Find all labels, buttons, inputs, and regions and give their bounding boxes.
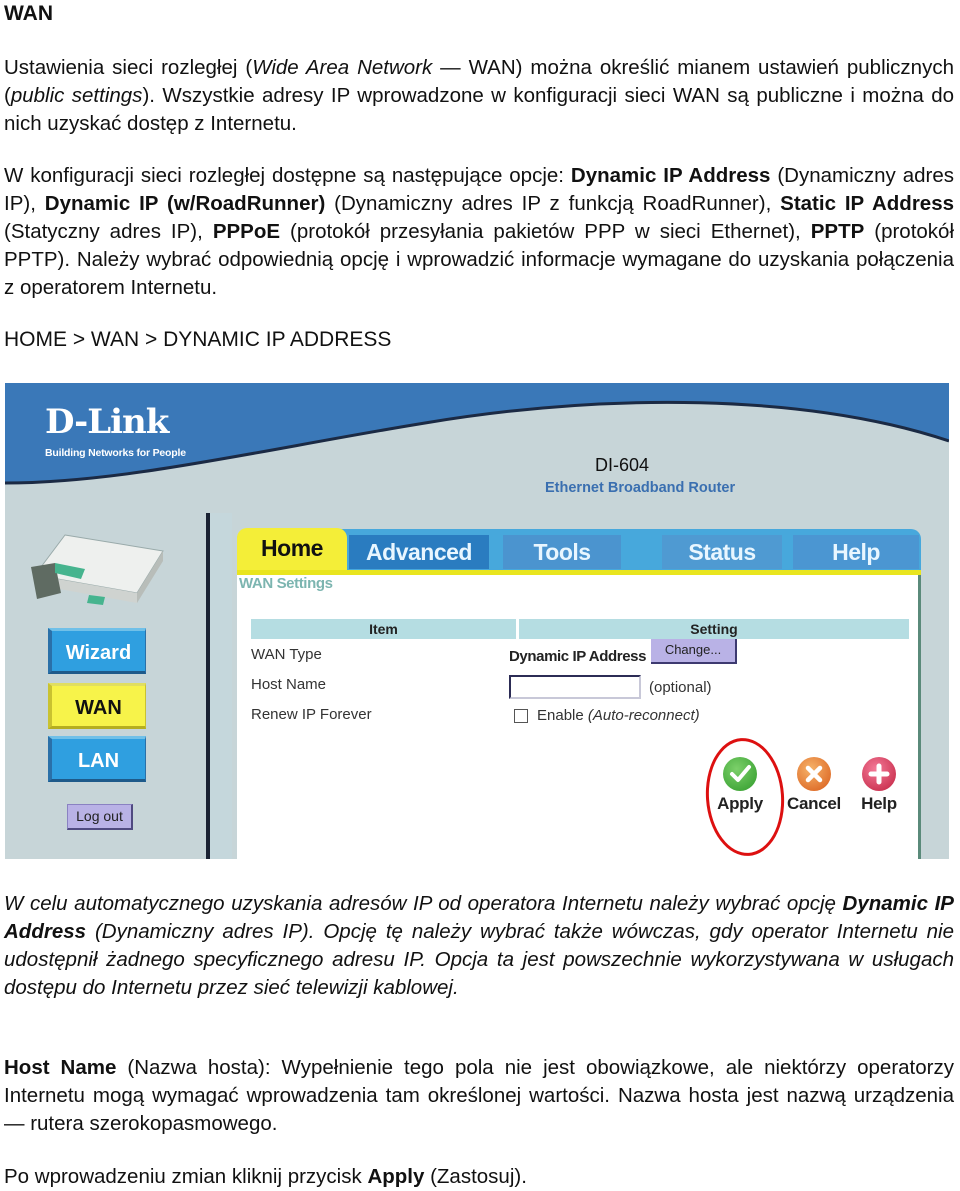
cancel-button[interactable]: Cancel [784,757,844,814]
settings-panel: WAN Settings Item Setting WAN Type Host … [237,575,921,859]
change-wan-type-button[interactable]: Change... [651,639,737,664]
tab-advanced[interactable]: Advanced [349,535,489,569]
model-info: DI-604 Ethernet Broadband Router [545,455,735,496]
model-name: DI-604 [595,455,650,475]
italic-text: Wide Area Network [252,56,433,79]
apply-button[interactable]: Apply [710,757,770,814]
intro-paragraph: Ustawienia sieci rozległej (Wide Area Ne… [4,54,954,138]
bold-term: PPPoE [212,220,281,243]
checkbox-label-text: Enable [537,707,584,724]
tab-tools[interactable]: Tools [503,535,621,569]
tab-help[interactable]: Help [793,535,919,569]
options-paragraph: W konfiguracji sieci rozległej dostępne … [4,162,954,302]
text: W konfiguracji sieci rozległej dostępne … [4,164,571,187]
bold-term: Dynamic IP Address [570,164,771,187]
bold-term: Host Name [4,1056,117,1079]
optional-hint: (optional) [649,679,712,696]
sidebar-item-lan[interactable]: LAN [48,736,146,782]
row-label-renew-ip: Renew IP Forever [251,706,372,723]
main-tabs: Home Advanced Tools Status Help [237,528,921,575]
dynamic-ip-paragraph: W celu automatycznego uzyskania adresów … [4,890,954,1002]
logout-button[interactable]: Log out [67,804,133,830]
wan-type-value: Dynamic IP Address [509,648,647,665]
text: (protokół przesyłania pakietów PPP w sie… [280,220,811,243]
text: (Dynamiczny adres IP z funkcją RoadRunne… [325,192,781,215]
bold-term: Static IP Address [780,192,955,215]
row-label-host-name: Host Name [251,676,327,693]
help-button[interactable]: Help [849,757,909,814]
apply-label: Apply [717,794,763,813]
bold-term: Dynamic IP (w/RoadRunner) [44,192,326,215]
x-icon [797,757,831,791]
italic-text: public settings [10,84,143,107]
router-device-icon [31,534,164,605]
sidebar-gutter [210,513,232,859]
host-name-paragraph: Host Name (Nazwa hosta): Wypełnienie teg… [4,1054,954,1138]
tab-home[interactable]: Home [237,528,347,570]
column-header-setting: Setting [519,619,909,639]
host-name-input[interactable] [509,675,641,699]
text: (Nazwa hosta): Wypełnienie tego pola nie… [4,1056,954,1135]
row-label-wan-type: WAN Type [251,646,322,663]
column-header-item: Item [251,619,516,639]
check-icon [723,757,757,791]
brand-tagline: Building Networks for People [45,447,186,459]
renew-ip-checkbox[interactable] [514,709,528,723]
apply-instruction: Po wprowadzeniu zmian kliknij przycisk A… [4,1163,954,1191]
dlink-logo: D-Link Building Networks for People [45,403,186,459]
text: W celu automatycznego uzyskania adresów … [4,892,843,915]
model-description: Ethernet Broadband Router [545,480,736,496]
text: Po wprowadzeniu zmian kliknij przycisk [4,1165,368,1188]
brand-name: D-Link [45,402,169,442]
tab-status[interactable]: Status [662,535,782,569]
checkbox-label-hint: (Auto-reconnect) [587,707,700,724]
breadcrumb: HOME > WAN > DYNAMIC IP ADDRESS [4,328,392,351]
text: (Zastosuj). [424,1165,527,1188]
sidebar-item-wizard[interactable]: Wizard [48,628,146,674]
renew-ip-checkbox-label: Enable (Auto-reconnect) [537,707,700,724]
cancel-label: Cancel [787,794,841,813]
page-title: WAN [4,2,53,25]
plus-icon [862,757,896,791]
bold-term: Apply [367,1165,425,1188]
help-label: Help [861,794,897,813]
section-title: WAN Settings [239,575,333,592]
bold-term: PPTP [810,220,865,243]
text: (Dynamiczny adres IP). Opcję tę należy w… [4,920,954,999]
text: (Statyczny adres IP), [4,220,213,243]
sidebar-item-wan[interactable]: WAN [48,683,146,729]
text: Ustawienia sieci rozległej ( [4,56,253,79]
text: ). Wszystkie adresy IP wprowadzone w kon… [4,84,954,135]
router-screenshot: D-Link Building Networks for People DI-6… [5,383,949,859]
